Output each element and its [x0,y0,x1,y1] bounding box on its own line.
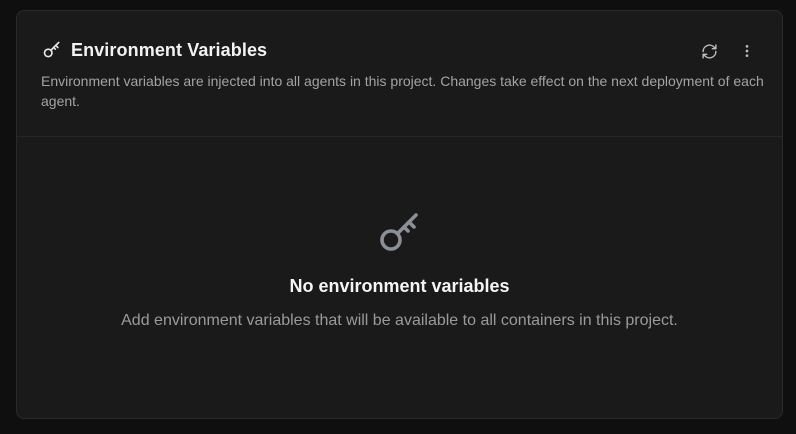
title-row: Environment Variables [41,39,267,61]
empty-state: No environment variables Add environment… [17,137,782,418]
card-header: Environment Variables Environment variab… [17,11,782,137]
panel-title: Environment Variables [71,39,268,60]
refresh-button[interactable] [698,40,720,62]
key-icon [376,209,424,257]
refresh-icon [701,43,718,60]
more-options-button[interactable] [736,40,758,62]
more-vertical-icon [739,43,755,59]
header-actions [698,40,758,62]
environment-variables-card: Environment Variables Environment variab… [16,10,783,419]
key-icon [41,39,63,61]
empty-state-title: No environment variables [289,276,510,296]
empty-state-description: Add environment variables that will be a… [121,312,678,329]
panel-description: Environment variables are injected into … [41,73,764,109]
